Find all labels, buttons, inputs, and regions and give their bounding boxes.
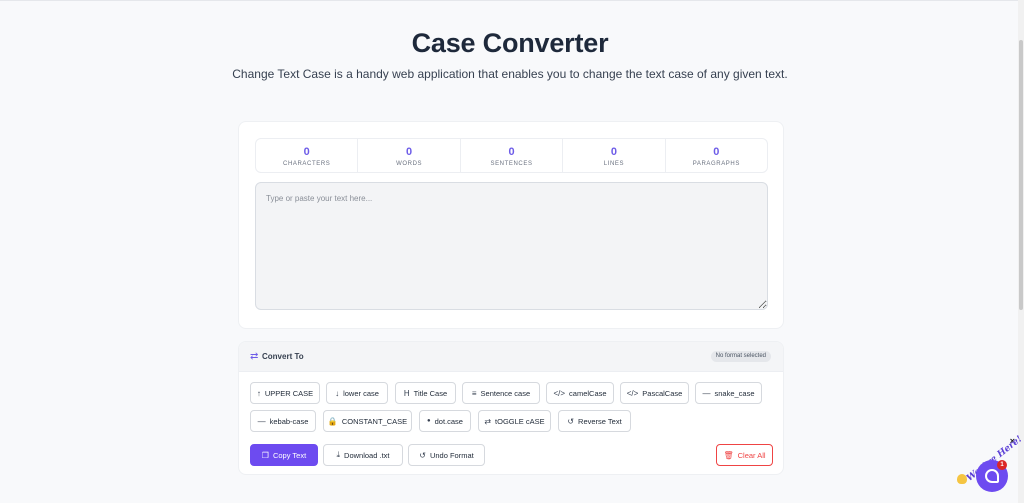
button-label: kebab-case (269, 416, 309, 426)
convert-title: Convert To (262, 352, 304, 361)
button-label: lower case (343, 388, 379, 398)
button-label: UPPER CASE (264, 388, 314, 398)
minus-icon: — (702, 388, 711, 398)
code-icon: </> (553, 388, 566, 398)
button-label: Title Case (413, 388, 448, 398)
swap-icon: ⇄ (484, 416, 492, 426)
button-label: Download .txt (344, 450, 390, 460)
button-label: snake_case (714, 388, 755, 398)
download-txt-button[interactable]: ⤓ Download .txt (323, 444, 403, 466)
button-label: Clear All (737, 450, 766, 460)
arrow-down-icon: ↓ (335, 388, 340, 398)
button-label: Undo Format (429, 450, 474, 460)
minus-icon: — (257, 416, 266, 426)
copy-text-button[interactable]: ❐ Copy Text (250, 444, 318, 466)
copy-icon: ❐ (261, 450, 269, 460)
button-label: Reverse Text (578, 416, 622, 426)
button-label: camelCase (569, 388, 607, 398)
stats-bar: 0 CHARACTERS 0 WORDS 0 SENTENCES 0 LINES… (255, 138, 768, 173)
camel-case-button[interactable]: </> camelCase (546, 382, 614, 404)
top-border (0, 0, 1024, 1)
button-label: Copy Text (272, 450, 307, 460)
arrow-up-icon: ↑ (256, 388, 261, 398)
stat-label: CHARACTERS (283, 161, 331, 167)
stat-label: WORDS (396, 161, 423, 167)
stat-words: 0 WORDS (358, 139, 461, 172)
align-left-icon: ≡ (471, 388, 477, 398)
stat-value: 0 (610, 146, 617, 158)
text-input[interactable] (255, 182, 768, 310)
dot-icon: ● (427, 418, 431, 424)
constant-case-button[interactable]: 🔒 CONSTANT_CASE (323, 410, 412, 432)
kebab-case-button[interactable]: — kebab-case (250, 410, 316, 432)
chat-bubble-icon (985, 469, 999, 483)
page-subtitle: Change Text Case is a handy web applicat… (232, 67, 788, 81)
stat-label: PARAGRAPHS (692, 161, 740, 167)
lock-icon: 🔒 (327, 416, 338, 426)
code-icon: </> (626, 388, 639, 398)
stat-value: 0 (303, 146, 310, 158)
button-label: dot.case (434, 416, 463, 426)
heading-icon: H (403, 388, 410, 398)
stat-sentences: 0 SENTENCES (461, 139, 564, 172)
sentence-case-button[interactable]: ≡ Sentence case (462, 382, 540, 404)
pascal-case-button[interactable]: </> PascalCase (620, 382, 689, 404)
toggle-case-button[interactable]: ⇄ tOGGLE cASE (478, 410, 551, 432)
convert-card: ⇄ Convert To No format selected ↑ UPPER … (238, 341, 784, 475)
stat-label: LINES (603, 161, 625, 167)
page-title: Case Converter (411, 28, 609, 58)
stat-value: 0 (406, 146, 413, 158)
button-label: tOGGLE cASE (495, 416, 545, 426)
undo-icon: ↺ (419, 450, 426, 460)
trash-icon: 🗑 (723, 450, 734, 460)
chat-widget: × We Are Here! 1 (955, 434, 1024, 496)
notification-badge: 1 (997, 460, 1007, 470)
convert-header: ⇄ Convert To No format selected (239, 342, 783, 372)
upper-case-button[interactable]: ↑ UPPER CASE (250, 382, 320, 404)
swap-icon: ⇄ (250, 351, 259, 362)
clear-all-button[interactable]: 🗑 Clear All (716, 444, 773, 466)
editor-card: 0 CHARACTERS 0 WORDS 0 SENTENCES 0 LINES… (238, 121, 784, 329)
button-label: PascalCase (642, 388, 683, 398)
stat-characters: 0 CHARACTERS (256, 139, 359, 172)
stat-value: 0 (713, 146, 720, 158)
button-label: CONSTANT_CASE (341, 416, 408, 426)
undo-format-button[interactable]: ↺ Undo Format (408, 444, 485, 466)
title-case-button[interactable]: H Title Case (395, 382, 456, 404)
reverse-text-button[interactable]: ↺ Reverse Text (558, 410, 631, 432)
stat-paragraphs: 0 PARAGRAPHS (666, 139, 767, 172)
stat-label: SENTENCES (490, 161, 533, 167)
button-label: Sentence case (480, 388, 531, 398)
dot-case-button[interactable]: ● dot.case (419, 410, 471, 432)
undo-icon: ↺ (567, 416, 575, 426)
waving-hand-icon (957, 474, 967, 484)
lower-case-button[interactable]: ↓ lower case (326, 382, 388, 404)
snake-case-button[interactable]: — snake_case (695, 382, 762, 404)
format-status-badge: No format selected (710, 351, 771, 362)
stat-value: 0 (508, 146, 515, 158)
download-icon: ⤓ (336, 450, 341, 459)
stat-lines: 0 LINES (563, 139, 666, 172)
